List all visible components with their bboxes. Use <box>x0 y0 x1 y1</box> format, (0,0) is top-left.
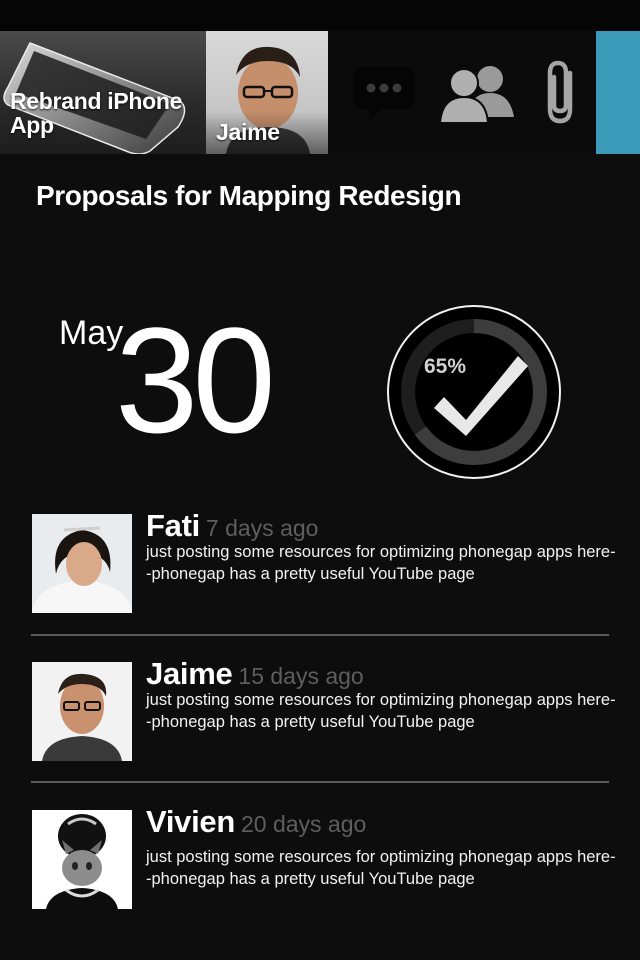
project-tile-label: Rebrand iPhone App <box>10 88 183 138</box>
avatar <box>32 662 132 761</box>
post-body: just posting some resources for optimizi… <box>146 691 616 731</box>
post-author[interactable]: Jaime 15 days ago <box>146 656 364 692</box>
post-time: 15 days ago <box>238 663 364 689</box>
post-author[interactable]: Vivien 20 days ago <box>146 804 366 840</box>
author-name[interactable]: Vivien <box>146 804 235 839</box>
progress-indicator: 65% <box>386 304 562 480</box>
progress-ring <box>387 305 561 479</box>
due-date-day: 30 <box>115 296 276 464</box>
status-bar <box>0 0 640 31</box>
people-icon <box>438 65 514 124</box>
page-title: Proposals for Mapping Redesign <box>36 180 462 211</box>
people-button[interactable] <box>434 31 520 154</box>
accent-tab[interactable] <box>596 31 640 154</box>
author-name[interactable]: Jaime <box>146 656 233 691</box>
due-date-month: May <box>59 314 124 352</box>
chat-bubble-icon <box>353 66 415 121</box>
list-item[interactable]: Fati 7 days ago just posting some resourc… <box>0 508 640 618</box>
divider <box>31 781 609 783</box>
attachments-button[interactable] <box>530 31 594 154</box>
divider <box>31 634 609 636</box>
avatar <box>32 810 132 909</box>
post-author[interactable]: Fati 7 days ago <box>146 508 318 544</box>
chat-button[interactable] <box>346 31 422 154</box>
list-item[interactable]: Vivien 20 days ago just posting some reso… <box>0 804 640 914</box>
paperclip-icon <box>547 60 573 123</box>
avatar <box>32 514 132 613</box>
person-tile[interactable]: Jaime <box>206 31 328 154</box>
list-item[interactable]: Jaime 15 days ago just posting some resou… <box>0 656 640 766</box>
progress-label: 65% <box>424 355 467 378</box>
post-time: 20 days ago <box>240 811 367 837</box>
post-time: 7 days ago <box>205 515 319 541</box>
author-name[interactable]: Fati <box>146 508 200 543</box>
project-tile[interactable]: Rebrand iPhone App <box>0 31 206 154</box>
post-body: just posting some resources for optimizi… <box>146 848 616 888</box>
post-body: just posting some resources for optimizi… <box>146 543 616 583</box>
top-navigation-strip: Rebrand iPhone App Jaime <box>0 31 640 154</box>
person-tile-label: Jaime <box>216 119 280 145</box>
